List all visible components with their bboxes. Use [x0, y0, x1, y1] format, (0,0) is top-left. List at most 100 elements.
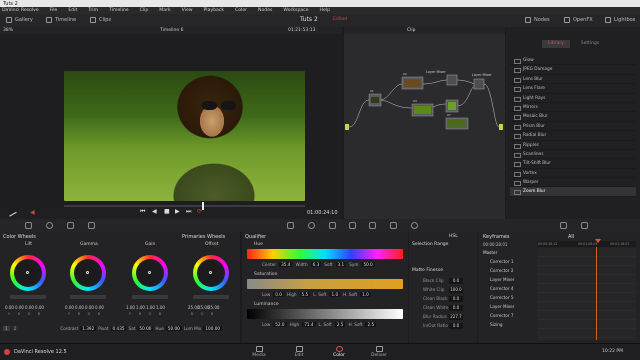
- tab-settings[interactable]: Settings: [576, 40, 604, 48]
- offset-master-slider[interactable]: [193, 295, 229, 299]
- color-wheels-icon[interactable]: [46, 222, 53, 229]
- keyframe-playhead[interactable]: [595, 239, 601, 243]
- nodes-button[interactable]: Nodes: [525, 17, 550, 23]
- fx-item[interactable]: Light Rays: [510, 94, 636, 103]
- luminance-range[interactable]: [247, 309, 403, 319]
- lift-wheel[interactable]: [10, 255, 46, 291]
- menu-davinci[interactable]: DaVinci Resolve: [2, 8, 39, 13]
- lum-hsoft[interactable]: 2.5: [365, 322, 377, 327]
- lum-lsoft[interactable]: 2.5: [334, 322, 346, 327]
- hue-value[interactable]: 50.00: [165, 326, 182, 331]
- fx-item[interactable]: Ripples: [510, 141, 636, 150]
- hue-sym[interactable]: 50.0: [361, 262, 375, 267]
- fx-item[interactable]: Prism Blur: [510, 122, 636, 132]
- menu-help[interactable]: Help: [320, 8, 330, 13]
- menu-view[interactable]: View: [182, 8, 193, 13]
- fx-item[interactable]: Scanlines: [510, 150, 636, 160]
- fx-item[interactable]: Tilt-Shift Blur: [510, 159, 636, 169]
- go-end-icon[interactable]: ⏭: [186, 208, 191, 216]
- playhead[interactable]: [202, 202, 204, 210]
- keyframe-row[interactable]: Corrector 1: [490, 259, 540, 264]
- lummix-value[interactable]: 100.00: [203, 326, 223, 331]
- node-02[interactable]: [401, 76, 424, 90]
- page-deliver[interactable]: Deliver: [364, 346, 394, 358]
- page-1-button[interactable]: 1: [3, 326, 10, 331]
- offset-wheel[interactable]: [193, 255, 229, 291]
- gain-master-slider[interactable]: [132, 295, 168, 299]
- go-start-icon[interactable]: ⏮: [140, 208, 145, 216]
- scrubber-track[interactable]: [64, 202, 305, 210]
- page-color[interactable]: Color: [324, 346, 354, 358]
- fx-item[interactable]: Glow: [510, 56, 636, 66]
- output-port[interactable]: [499, 124, 503, 130]
- keyframe-row[interactable]: Corrector 5: [490, 295, 540, 300]
- step-back-icon[interactable]: ◀: [152, 208, 157, 215]
- keyframe-row[interactable]: Sizing: [490, 322, 540, 327]
- tracker-icon[interactable]: [329, 222, 336, 229]
- play-icon[interactable]: ▶: [175, 208, 180, 215]
- node-graph[interactable]: 01 02 04 Layer Mixer Layer Mixer 07: [344, 34, 505, 219]
- in-out-ratio-value[interactable]: 0.0: [449, 323, 463, 329]
- black-clip-value[interactable]: 0.0: [449, 278, 463, 284]
- keyframes-filter[interactable]: All: [568, 234, 574, 240]
- keyframe-ruler[interactable]: 00:00:28:12 00:01:08:03 00:01:16:03: [538, 239, 636, 247]
- primaries-wheels-dropdown[interactable]: Primaries Wheels: [182, 234, 225, 240]
- menu-file[interactable]: File: [50, 8, 58, 13]
- fx-item[interactable]: Radial Blur: [510, 131, 636, 141]
- hue-range[interactable]: [247, 249, 403, 259]
- zoom-level[interactable]: 38%: [3, 28, 13, 33]
- clean-black-value[interactable]: 0.0: [449, 296, 463, 302]
- menu-playback[interactable]: Playback: [204, 8, 225, 13]
- blur-radius-value[interactable]: 227.7: [449, 314, 463, 320]
- timeline-name[interactable]: Timeline 6: [160, 28, 183, 33]
- keyframe-row[interactable]: Corrector 4: [490, 286, 540, 291]
- tab-library[interactable]: Library: [542, 40, 570, 48]
- saturation-range[interactable]: [247, 279, 403, 289]
- scopes-icon[interactable]: [560, 222, 567, 229]
- pivot-value[interactable]: 0.435: [110, 326, 127, 331]
- node-05[interactable]: [445, 99, 459, 113]
- hue-soft[interactable]: 3.1: [335, 262, 347, 267]
- gamma-wheel[interactable]: [70, 255, 106, 291]
- hue-width[interactable]: 6.3: [310, 262, 322, 267]
- keyframe-row[interactable]: Corrector 7: [490, 313, 540, 318]
- menu-edit[interactable]: Edit: [68, 8, 77, 13]
- key-icon[interactable]: [369, 222, 376, 229]
- node-03-layer-mixer[interactable]: [446, 74, 458, 86]
- rgb-mixer-icon[interactable]: [67, 222, 74, 229]
- clips-button[interactable]: Clips: [90, 17, 111, 23]
- 3d-icon[interactable]: [411, 222, 418, 229]
- sizing-icon[interactable]: [390, 222, 397, 229]
- sat-low[interactable]: 0.0: [273, 292, 284, 297]
- fx-item[interactable]: Mosaic Blur: [510, 112, 636, 122]
- lift-master-slider[interactable]: [10, 295, 46, 299]
- node-04[interactable]: [411, 103, 434, 117]
- qualifier-mode[interactable]: HSL: [449, 234, 458, 239]
- fx-item[interactable]: Lens Blur: [510, 75, 636, 85]
- node-06-layer-mixer[interactable]: [473, 78, 485, 90]
- lightbox-button[interactable]: Lightbox: [605, 17, 636, 23]
- contrast-value[interactable]: 1.392: [80, 326, 97, 331]
- openfx-button[interactable]: OpenFX: [564, 17, 593, 23]
- page-2-button[interactable]: 2: [11, 326, 19, 331]
- lum-high[interactable]: 71.4: [302, 322, 316, 327]
- page-media[interactable]: Media: [244, 346, 274, 358]
- keyframe-row[interactable]: Corrector 2: [490, 268, 540, 273]
- speaker-icon[interactable]: ◀︎: [30, 209, 35, 216]
- stop-icon[interactable]: ■: [164, 208, 170, 215]
- fx-item-selected[interactable]: Zoom Blur: [510, 187, 636, 197]
- menu-trim[interactable]: Trim: [88, 8, 98, 13]
- keyframe-tracks[interactable]: [538, 248, 636, 340]
- camera-raw-icon[interactable]: [25, 222, 32, 229]
- sat-lsoft[interactable]: 1.0: [329, 292, 341, 297]
- pencil-icon[interactable]: [7, 208, 17, 217]
- menu-timeline[interactable]: Timeline: [109, 8, 129, 13]
- keyframe-row[interactable]: Layer Mixer: [490, 277, 540, 282]
- blur-icon[interactable]: [349, 222, 356, 229]
- gain-wheel[interactable]: [132, 255, 168, 291]
- fx-item[interactable]: Lens Flare: [510, 84, 636, 94]
- fx-item[interactable]: Warper: [510, 178, 636, 188]
- video-frame[interactable]: [64, 71, 305, 201]
- gallery-button[interactable]: Gallery: [6, 17, 33, 23]
- node-07[interactable]: [445, 117, 469, 130]
